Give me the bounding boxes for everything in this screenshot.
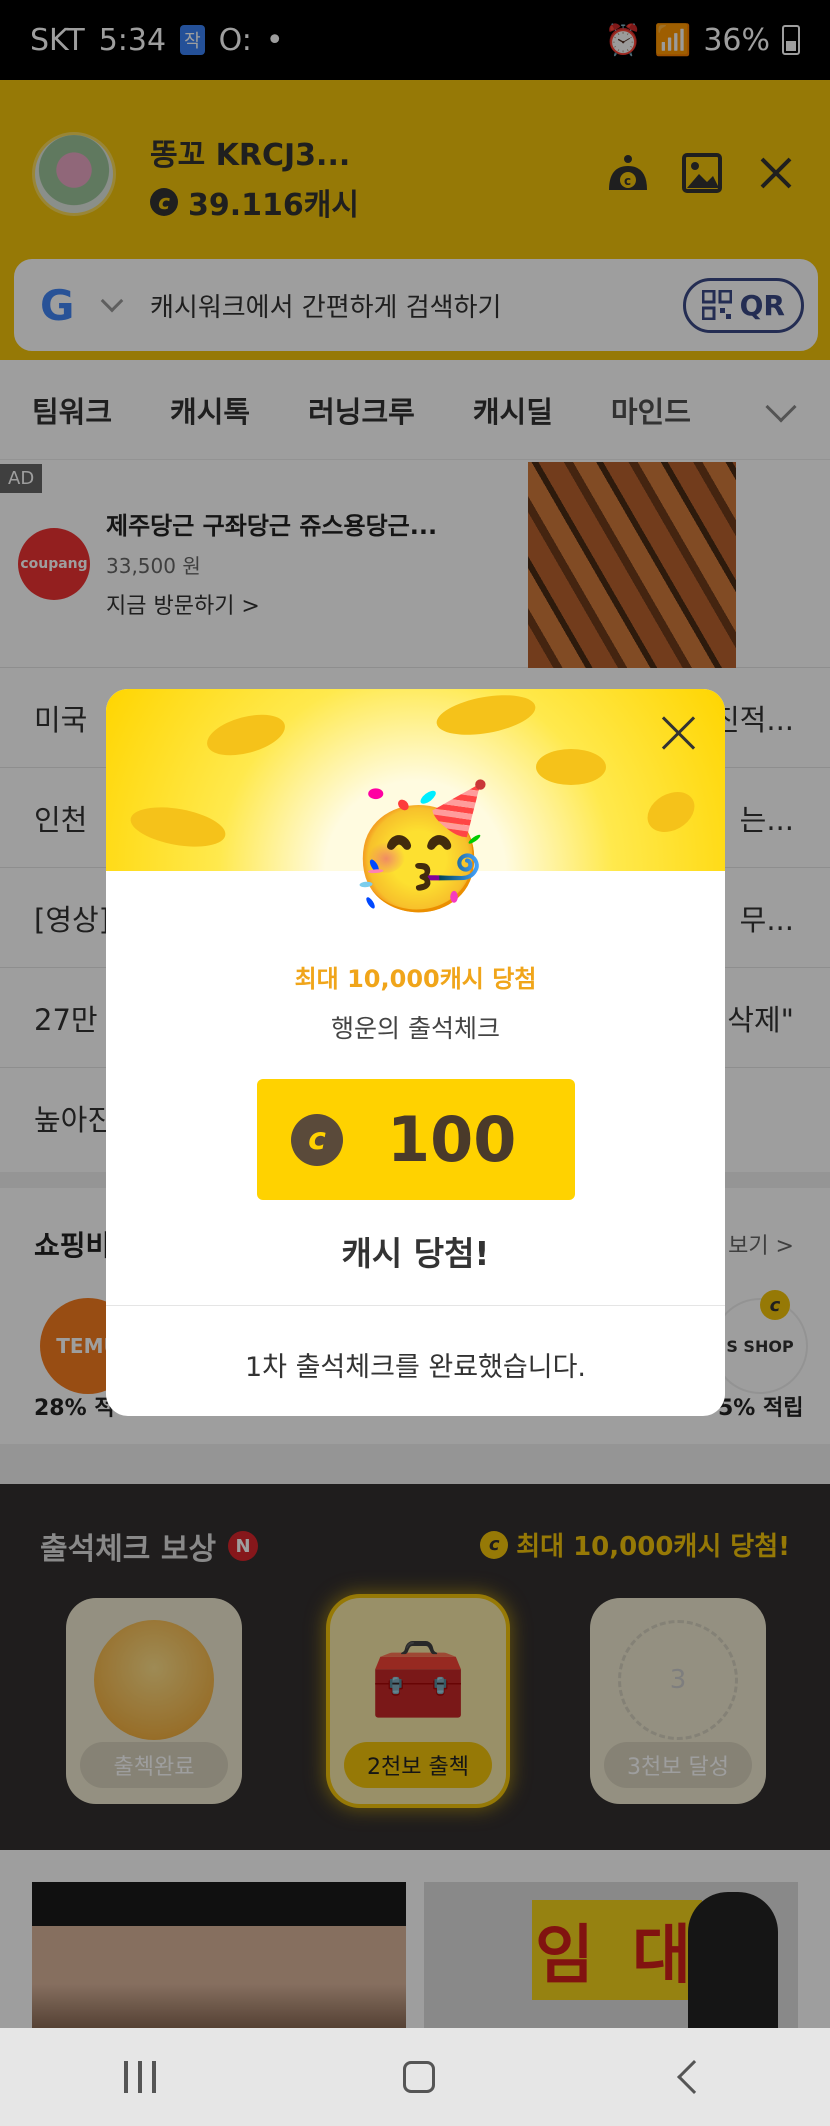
- coin-icon: c: [291, 1113, 343, 1166]
- modal-max-reward: 최대 10,000캐시 당첨: [294, 965, 537, 993]
- back-button[interactable]: [677, 2060, 712, 2094]
- modal-subtitle: 행운의 출석체크: [331, 1014, 500, 1043]
- flying-coin-icon: [127, 800, 229, 854]
- system-nav-bar: [0, 2028, 830, 2126]
- reward-amount-box: c 100: [257, 1079, 575, 1200]
- party-face-icon: 🥳: [345, 776, 493, 915]
- modal-done-message: 1차 출석체크를 완료했습니다.: [244, 1352, 586, 1383]
- reward-modal: 🥳 최대 10,000캐시 당첨 행운의 출석체크 c 100 캐시 당첨! 1…: [106, 689, 725, 1416]
- home-button[interactable]: [402, 2061, 435, 2093]
- flying-coin-icon: [202, 707, 290, 763]
- recents-button[interactable]: [123, 2061, 156, 2093]
- flying-coin-icon: [536, 749, 606, 785]
- modal-divider: [106, 1305, 725, 1306]
- reward-win-text: 캐시 당첨!: [341, 1234, 490, 1273]
- reward-amount: 100: [387, 1103, 517, 1176]
- modal-close-button[interactable]: [653, 707, 705, 759]
- flying-coin-icon: [433, 689, 539, 742]
- flying-coin-icon: [640, 783, 702, 841]
